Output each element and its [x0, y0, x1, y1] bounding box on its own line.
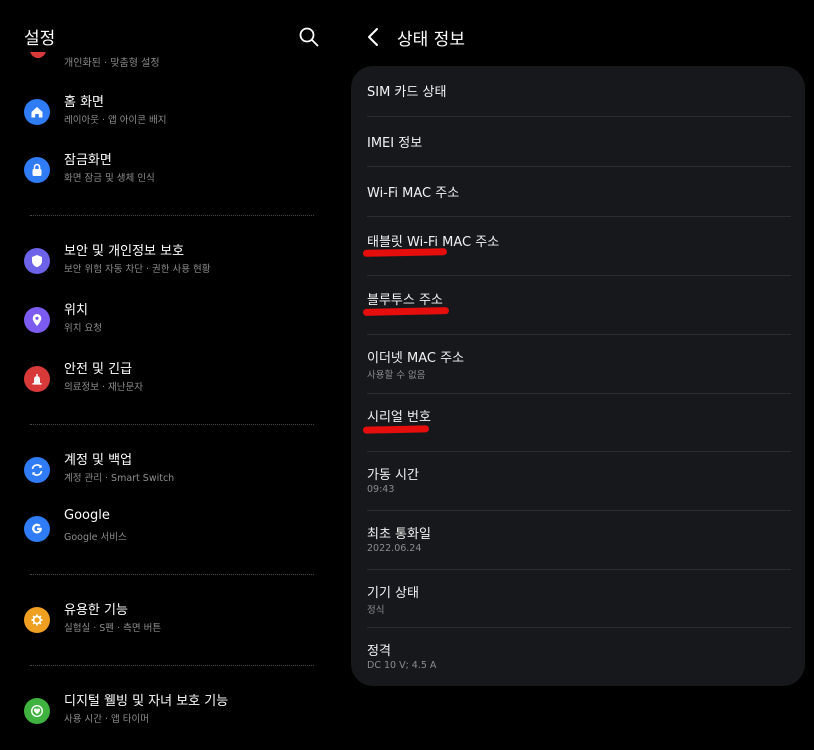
search-icon[interactable] [298, 26, 320, 48]
list-item-label: 위치 [64, 303, 88, 318]
partial-item-icon [30, 52, 46, 58]
row-first-call-date[interactable]: 최초 통화일 2022.06.24 [351, 511, 805, 569]
row-label: 기기 상태 [367, 586, 419, 601]
list-item-sub: 보안 위험 자동 차단 · 권한 사용 현황 [64, 264, 211, 275]
divider [30, 424, 314, 425]
gear-icon [24, 607, 50, 633]
divider [30, 215, 314, 216]
row-label: IMEI 정보 [367, 136, 423, 151]
list-item-label: 잠금화면 [64, 153, 112, 168]
list-item-sub: 레이아웃 · 앱 아이콘 배지 [64, 115, 167, 126]
row-label: 시리얼 번호 [367, 410, 431, 425]
divider [30, 665, 314, 666]
status-info-card: SIM 카드 상태 IMEI 정보 Wi-Fi MAC 주소 태블릿 Wi-Fi… [351, 66, 805, 686]
row-label: 블루투스 주소 [367, 293, 443, 308]
row-label: 정격 [367, 644, 391, 659]
page-title: 설정 [24, 29, 56, 49]
row-value: 2022.06.24 [367, 543, 422, 554]
list-item-sub: 실험실 · S펜 · 측면 버튼 [64, 623, 162, 634]
row-uptime[interactable]: 가동 시간 09:43 [351, 452, 805, 510]
list-item-sub: 개인화된 · 맞춤형 설정 [64, 58, 160, 69]
row-value: DC 10 V; 4.5 A [367, 660, 437, 671]
list-item-sub: 계정 관리 · Smart Switch [64, 473, 175, 484]
divider [30, 574, 314, 575]
row-label: 가동 시간 [367, 468, 419, 483]
list-item-label: 유용한 기능 [64, 603, 128, 618]
list-item-label: 보안 및 개인정보 보호 [64, 244, 185, 259]
list-item-sub: Google 서비스 [64, 532, 127, 543]
row-label: 태블릿 Wi-Fi MAC 주소 [367, 235, 500, 250]
row-bluetooth-address[interactable]: 블루투스 주소 [351, 276, 805, 334]
row-serial-number[interactable]: 시리얼 번호 [351, 394, 805, 452]
row-tablet-wifi-mac[interactable]: 태블릿 Wi-Fi MAC 주소 [351, 217, 805, 275]
highlight-mark [362, 425, 430, 434]
shield-icon [24, 248, 50, 274]
page-title: 상태 정보 [397, 30, 465, 50]
row-sim-status[interactable]: SIM 카드 상태 [351, 66, 805, 116]
row-label: SIM 카드 상태 [367, 85, 447, 100]
row-label: 이더넷 MAC 주소 [367, 351, 465, 366]
back-arrow-icon[interactable] [366, 26, 382, 48]
sidebar-item-home-screen[interactable]: 홈 화면 레이아웃 · 앱 아이콘 배지 [0, 95, 340, 149]
list-item-label: 홈 화면 [64, 95, 105, 110]
list-item-label: 계정 및 백업 [64, 453, 133, 468]
sidebar-item-security[interactable]: 보안 및 개인정보 보호 보안 위험 자동 차단 · 권한 사용 현황 [0, 244, 340, 298]
sidebar-item-safety-emergency[interactable]: 안전 및 긴급 의료정보 · 재난문자 [0, 362, 340, 416]
list-item-sub: 위치 요청 [64, 323, 102, 334]
sidebar-item-accounts-backup[interactable]: 계정 및 백업 계정 관리 · Smart Switch [0, 453, 340, 507]
row-label: Wi-Fi MAC 주소 [367, 186, 460, 201]
sidebar-item-advanced-features[interactable]: 유용한 기능 실험실 · S펜 · 측면 버튼 [0, 603, 340, 657]
row-value: 사용할 수 없음 [367, 370, 426, 381]
row-value: 09:43 [367, 484, 395, 495]
row-value: 정식 [367, 605, 385, 616]
list-item-sub: 사용 시간 · 앱 타이머 [64, 714, 150, 725]
list-item-label: 디지털 웰빙 및 자녀 보호 기능 [64, 694, 229, 709]
home-icon [24, 99, 50, 125]
list-item-sub: 의료정보 · 재난문자 [64, 382, 143, 393]
lock-icon [24, 157, 50, 183]
sidebar-item-lock-screen[interactable]: 잠금화면 화면 잠금 및 생체 인식 [0, 153, 340, 207]
settings-pane: 설정 개인화된 · 맞춤형 설정 홈 화면 레이아웃 · 앱 아이콘 배지 잠금… [0, 0, 340, 750]
list-item-partial[interactable]: 개인화된 · 맞춤형 설정 [24, 52, 314, 70]
sync-icon [24, 457, 50, 483]
google-icon [24, 516, 50, 542]
list-item-label: Google [64, 508, 110, 523]
location-pin-icon [24, 307, 50, 333]
sidebar-item-digital-wellbeing[interactable]: 디지털 웰빙 및 자녀 보호 기능 사용 시간 · 앱 타이머 [0, 694, 340, 748]
row-label: 최초 통화일 [367, 527, 431, 542]
list-item-sub: 화면 잠금 및 생체 인식 [64, 173, 155, 184]
heart-icon [24, 698, 50, 724]
row-rating[interactable]: 정격 DC 10 V; 4.5 A [351, 628, 805, 686]
row-device-status[interactable]: 기기 상태 정식 [351, 570, 805, 628]
row-imei[interactable]: IMEI 정보 [351, 117, 805, 167]
list-item-label: 안전 및 긴급 [64, 362, 133, 377]
sidebar-item-google[interactable]: Google Google 서비스 [0, 508, 340, 566]
sidebar-item-location[interactable]: 위치 위치 요청 [0, 303, 340, 357]
row-wifi-mac[interactable]: Wi-Fi MAC 주소 [351, 167, 805, 217]
row-ethernet-mac[interactable]: 이더넷 MAC 주소 사용할 수 없음 [351, 335, 805, 393]
emergency-icon [24, 366, 50, 392]
